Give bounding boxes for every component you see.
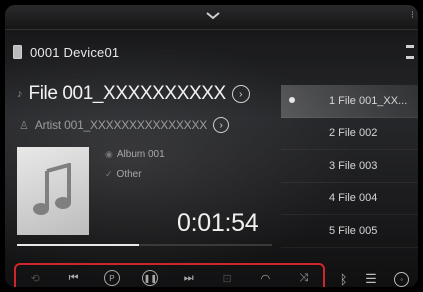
playback-control-bar: ⟲ ⏮ P ❚❚ ⏭ ⊡ ◠ ⤨ <box>14 263 325 287</box>
genre-icon: ✓ <box>105 169 113 179</box>
elapsed-time: 0:01:54 <box>177 209 259 237</box>
right-icon-group: ᛒ ☰ ◦ <box>331 267 418 287</box>
playlist-item-label: 2 File 002 <box>329 127 378 140</box>
device-label: 0001 Device01 <box>30 44 120 60</box>
bookmark-icon[interactable]: ⊡ <box>215 267 239 287</box>
list-icon[interactable]: ☰ <box>365 271 377 287</box>
playlist-item-label: 3 File 003 <box>329 159 378 172</box>
shuffle-icon[interactable]: ⤨ <box>292 267 316 287</box>
signal-icon: ⁝ <box>410 10 414 21</box>
album-info: ◉ Album 001 ✓ Other <box>105 149 165 189</box>
playlist-item-label: 1 File 001_XX... <box>329 94 408 107</box>
artist-row: ♙ Artist 001_XXXXXXXXXXXXXXX › <box>19 117 230 133</box>
playlist-item[interactable]: 4 File 004 <box>281 183 418 215</box>
media-player-screen: ⁝ 0001 Device01 ♪ File 001_XXXXXXXXXX › … <box>5 5 418 287</box>
playlist-item[interactable]: 1 File 001_XX... <box>281 85 418 118</box>
track-title: File 001_XXXXXXXXXX <box>28 83 227 104</box>
playlist-item-label: 5 File 005 <box>329 224 378 237</box>
device-menu-icon[interactable] <box>406 45 414 59</box>
playlist-item[interactable]: 3 File 003 <box>281 150 418 183</box>
skip-forward-icon[interactable]: ⏭ <box>177 267 201 287</box>
album-art <box>17 147 89 235</box>
album-name: Album 001 <box>116 149 165 160</box>
settings-icon[interactable]: ◦ <box>394 271 410 287</box>
skip-back-icon[interactable]: ⏮ <box>62 267 86 287</box>
device-row[interactable]: 0001 Device01 <box>13 43 119 61</box>
playlist: 1 File 001_XX... 2 File 002 3 File 003 4… <box>281 85 418 248</box>
playlist-item[interactable]: 2 File 002 <box>281 118 418 150</box>
track-info-button[interactable]: › <box>231 85 250 103</box>
music-note-icon: ♪ <box>17 88 23 100</box>
music-note-artwork-icon <box>33 163 71 215</box>
artist-name: Artist 001_XXXXXXXXXXXXXXX <box>34 118 208 132</box>
pause-icon[interactable]: ❚❚ <box>138 267 162 287</box>
progress-fill <box>17 244 140 246</box>
top-bar: ⁝ <box>5 5 418 30</box>
genre-name: Other <box>116 169 142 180</box>
status-icons: ⁝ <box>411 10 414 21</box>
playlist-item-label: 4 File 004 <box>329 192 378 205</box>
podcast-icon[interactable]: ◠ <box>253 267 277 287</box>
now-playing-indicator <box>289 97 295 103</box>
phone-icon <box>13 45 22 59</box>
repeat-icon[interactable]: ⟲ <box>23 267 47 287</box>
playlist-item[interactable]: 5 File 005 <box>281 215 418 248</box>
progress-bar[interactable] <box>17 244 272 246</box>
bluetooth-icon[interactable]: ᛒ <box>340 272 348 287</box>
album-icon: ◉ <box>105 149 113 159</box>
artist-info-button[interactable]: › <box>213 117 230 133</box>
artist-icon: ♙ <box>19 119 29 132</box>
chevron-down-icon[interactable] <box>205 9 221 23</box>
track-title-row: ♪ File 001_XXXXXXXXXX › <box>17 83 250 105</box>
playlist-icon[interactable]: P <box>100 267 124 287</box>
